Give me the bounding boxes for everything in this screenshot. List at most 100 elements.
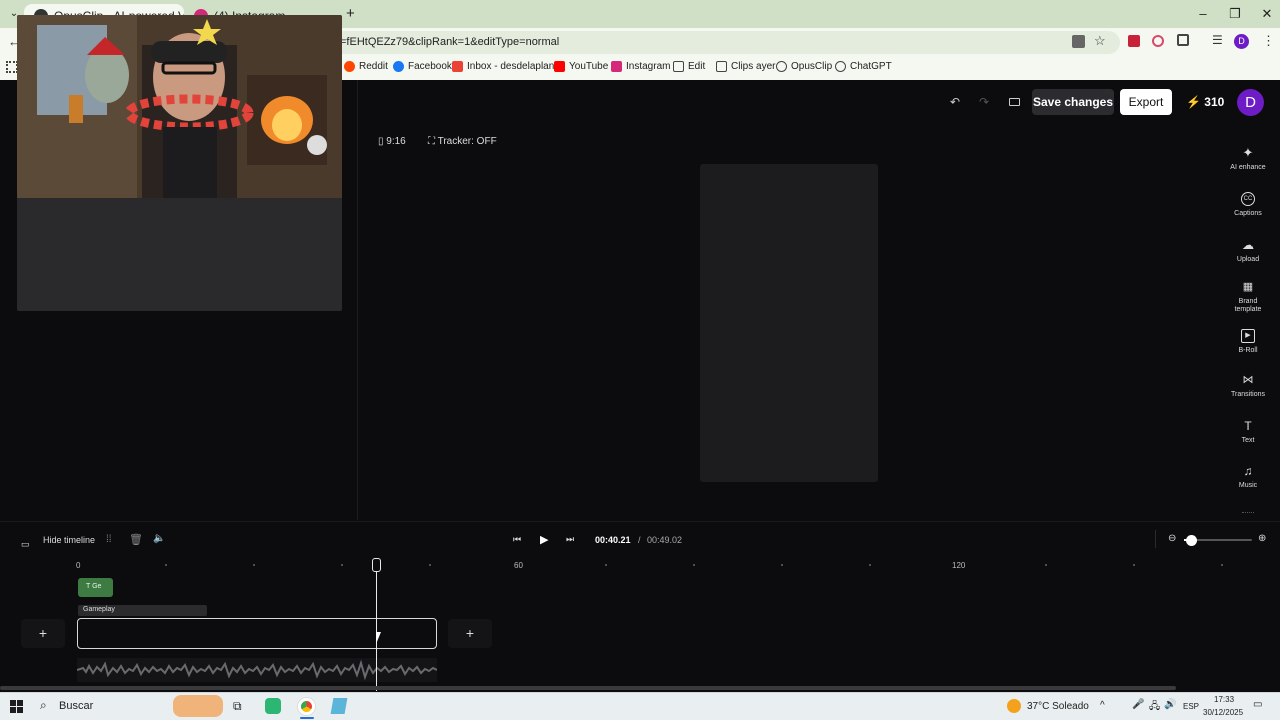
menu-dots-icon[interactable]: ⋮ [1262, 33, 1275, 49]
star-icon[interactable]: ☆ [1094, 33, 1106, 49]
bookmark-chatgpt[interactable]: ChatGPT [835, 61, 892, 72]
chrome-active-indicator [300, 717, 314, 719]
extensions-icon[interactable] [1177, 34, 1189, 46]
restore-icon[interactable]: ❐ [1218, 4, 1252, 24]
time-separator: / [638, 535, 641, 545]
rail-ai-enhance[interactable]: ✦ AI enhance [1222, 146, 1274, 172]
rail-brand-template[interactable]: ▦ Brand template [1222, 280, 1274, 314]
network-icon[interactable]: 🖧 [1149, 699, 1160, 716]
video-clip-track[interactable] [77, 618, 437, 649]
audio-levels-icon[interactable] [1242, 512, 1254, 518]
ruler-label-60: 60 [514, 561, 523, 570]
zoom-slider-handle[interactable] [1186, 535, 1197, 546]
rail-label: Brand template [1234, 298, 1262, 313]
audio-waveform[interactable] [77, 658, 437, 682]
text-icon: T [1244, 419, 1252, 433]
bookmark-facebook[interactable]: Facebook [393, 61, 452, 72]
hide-timeline-icon: ▭ [21, 539, 30, 549]
hide-timeline-label: Hide timeline [43, 535, 96, 545]
rail-text[interactable]: T Text [1222, 419, 1274, 445]
translate-icon[interactable] [1072, 35, 1085, 48]
chrome-icon[interactable] [298, 698, 315, 715]
playhead-handle[interactable] [372, 558, 381, 572]
rail-captions[interactable]: CC Captions [1222, 192, 1274, 218]
zoom-out-icon[interactable]: ⊖ [1168, 533, 1176, 544]
redo-icon[interactable]: ↷ [979, 95, 989, 109]
media-controls-icon[interactable]: ☰ [1212, 33, 1223, 47]
bookmark-label: Inbox - desdelaplan... [467, 61, 563, 72]
grid-icon: ▦ [1242, 281, 1254, 293]
ruler-tick [429, 564, 431, 566]
weather-text[interactable]: 37°C Soleado [1027, 701, 1089, 712]
skip-back-icon[interactable]: ⏮ [513, 534, 521, 545]
caption-clip[interactable]: T Ge [78, 578, 113, 597]
ruler-tick [869, 564, 871, 566]
ruler-label-0: 0 [76, 561, 81, 570]
volume-icon[interactable]: 🔈 [153, 533, 165, 544]
bookmark-opusclip[interactable]: OpusClip [776, 61, 832, 72]
rail-broll[interactable]: ▶ B-Roll [1222, 329, 1274, 355]
bookmark-label: OpusClip [791, 61, 833, 72]
sparkle-icon: ✦ [1242, 145, 1254, 160]
ruler-label-120: 120 [952, 561, 966, 570]
notification-icon[interactable]: ▭ [1253, 699, 1262, 710]
bookmark-clips-ayer[interactable]: Clips ayer [716, 61, 775, 72]
video-thumbnail-panel[interactable] [17, 15, 342, 311]
new-tab-icon[interactable]: + [346, 5, 355, 22]
aspect-ratio-button[interactable]: ▯ 9:16 [378, 136, 406, 147]
extension-red-icon[interactable] [1128, 35, 1140, 47]
bookmark-reddit[interactable]: Reddit [344, 61, 388, 72]
tracker-toggle[interactable]: ⛶ Tracker: OFF [428, 136, 497, 147]
ruler-tick [1045, 564, 1047, 566]
bookmark-label: ChatGPT [850, 61, 892, 72]
add-clip-after-button[interactable]: + [448, 619, 492, 648]
cloud-upload-icon: ☁ [1242, 238, 1254, 252]
bookmark-inbox[interactable]: Inbox - desdelaplan... [452, 61, 563, 72]
preview-canvas[interactable] [700, 164, 878, 482]
extension-pink-icon[interactable] [1152, 35, 1164, 47]
clock-date[interactable]: 30/12/2025 [1203, 708, 1243, 717]
windows-start-icon[interactable] [10, 700, 23, 713]
user-avatar[interactable]: D [1237, 89, 1264, 116]
speaker-icon[interactable]: 🔊 [1164, 699, 1176, 710]
bookmark-instagram[interactable]: Instagram [611, 61, 670, 72]
split-icon[interactable]: ⁞⁞ [106, 534, 112, 545]
timeline-scrollbar[interactable] [0, 686, 1176, 690]
youtube-icon [554, 61, 565, 72]
bookmark-edit[interactable]: Edit [673, 61, 705, 72]
bookmark-label: Instagram [626, 61, 671, 72]
hide-timeline-button[interactable]: ▭ Hide timeline [21, 534, 95, 552]
rail-upload[interactable]: ☁ Upload [1222, 238, 1274, 264]
close-window-icon[interactable]: ✕ [1250, 4, 1280, 24]
play-icon[interactable]: ▶ [540, 533, 548, 546]
skip-forward-icon[interactable]: ⏭ [566, 534, 574, 545]
credits-counter[interactable]: ⚡ 310 [1186, 95, 1224, 109]
language-indicator[interactable]: ESP [1183, 702, 1199, 711]
rail-transitions[interactable]: ⋈ Transitions [1222, 373, 1274, 399]
profile-avatar[interactable]: D [1234, 34, 1249, 49]
gameplay-track-label[interactable]: Gameplay [78, 605, 207, 616]
add-clip-before-button[interactable]: + [21, 619, 65, 648]
bookmark-youtube[interactable]: YouTube [554, 61, 608, 72]
notepad-icon[interactable] [330, 698, 348, 714]
zoom-in-icon[interactable]: ⊕ [1258, 533, 1266, 544]
microphone-icon[interactable]: 🎤 [1132, 699, 1144, 710]
playhead-line[interactable] [376, 558, 377, 691]
undo-icon[interactable]: ↶ [950, 95, 960, 109]
export-button[interactable]: Export [1120, 89, 1172, 115]
total-time: 00:49.02 [647, 535, 683, 545]
tray-chevron-icon[interactable]: ^ [1100, 700, 1105, 711]
save-changes-button[interactable]: Save changes [1032, 89, 1114, 115]
rail-music[interactable]: ♫ Music [1222, 464, 1274, 490]
trash-icon[interactable]: 🗑 [129, 533, 143, 546]
task-view-icon[interactable]: ⧉ [233, 699, 242, 714]
android-studio-icon[interactable] [265, 698, 281, 714]
minimize-icon[interactable]: – [1186, 4, 1220, 24]
clock-time[interactable]: 17:33 [1214, 695, 1234, 704]
music-icon: ♫ [1243, 464, 1253, 478]
bookmark-label: Edit [688, 61, 706, 72]
ruler-tick [605, 564, 607, 566]
facebook-icon [393, 61, 404, 72]
ruler-tick [165, 564, 167, 566]
subtitle-toggle-icon[interactable] [1009, 98, 1020, 106]
